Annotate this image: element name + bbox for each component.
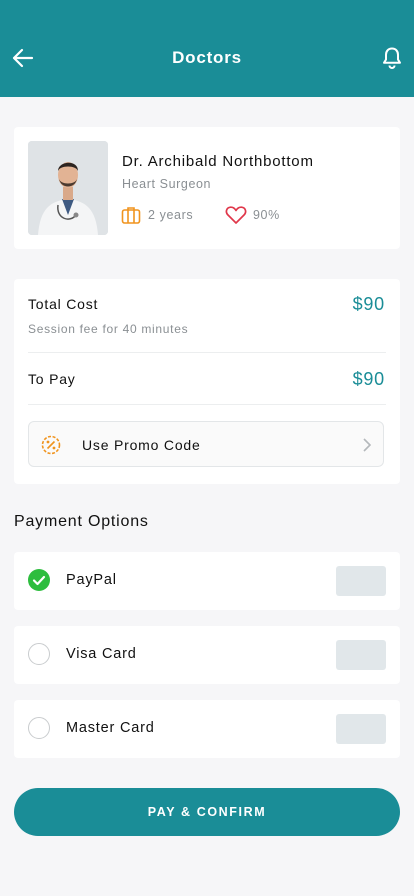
total-cost-label: Total Cost bbox=[28, 296, 99, 312]
paypal-logo-placeholder bbox=[336, 566, 386, 596]
payment-option-paypal[interactable]: PayPal bbox=[14, 552, 400, 610]
payment-option-label: Visa Card bbox=[66, 646, 137, 662]
divider bbox=[28, 352, 386, 353]
promo-code-button[interactable]: Use Promo Code bbox=[28, 421, 384, 467]
page-title: Doctors bbox=[172, 48, 242, 67]
mastercard-logo-placeholder bbox=[336, 714, 386, 744]
to-pay-label: To Pay bbox=[28, 371, 76, 387]
briefcase-icon bbox=[121, 207, 141, 224]
payment-options-title: Payment Options bbox=[14, 513, 149, 530]
radio-unchecked-icon[interactable] bbox=[28, 717, 50, 739]
payment-option-visa[interactable]: Visa Card bbox=[14, 626, 400, 684]
radio-unchecked-icon[interactable] bbox=[28, 643, 50, 665]
chevron-right-icon bbox=[363, 438, 372, 452]
cost-card: Total Cost $90 Session fee for 40 minute… bbox=[14, 279, 400, 484]
heart-icon bbox=[225, 206, 247, 224]
rating-text: 90% bbox=[253, 208, 280, 222]
doctor-photo bbox=[28, 141, 108, 235]
doctor-specialty: Heart Surgeon bbox=[122, 177, 212, 191]
payment-option-label: Master Card bbox=[66, 720, 155, 736]
doctor-name: Dr. Archibald Northbottom bbox=[122, 153, 314, 170]
visa-logo-placeholder bbox=[336, 640, 386, 670]
app-header: Doctors bbox=[0, 0, 414, 97]
promo-code-label: Use Promo Code bbox=[82, 437, 201, 453]
divider bbox=[28, 404, 386, 405]
bell-icon[interactable] bbox=[381, 46, 403, 70]
radio-checked-icon[interactable] bbox=[28, 569, 50, 591]
payment-option-mastercard[interactable]: Master Card bbox=[14, 700, 400, 758]
experience-text: 2 years bbox=[148, 208, 194, 222]
session-note: Session fee for 40 minutes bbox=[28, 322, 189, 336]
pay-confirm-button[interactable]: PAY & CONFIRM bbox=[14, 788, 400, 836]
to-pay-value: $90 bbox=[352, 369, 385, 389]
percent-badge-icon bbox=[41, 435, 61, 455]
doctor-card[interactable]: Dr. Archibald Northbottom Heart Surgeon … bbox=[14, 127, 400, 249]
payment-option-label: PayPal bbox=[66, 572, 117, 588]
total-cost-value: $90 bbox=[352, 294, 385, 314]
